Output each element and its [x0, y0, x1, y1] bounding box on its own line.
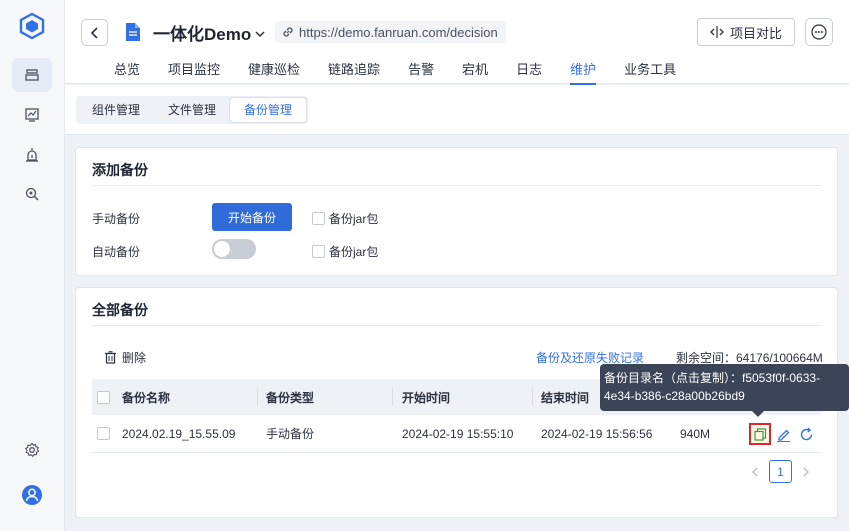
project-header: 一体化Demo https://demo.fanruan.com/decisio… — [65, 0, 849, 85]
tab-alerts[interactable]: 告警 — [408, 59, 434, 84]
select-all-checkbox[interactable] — [97, 390, 110, 404]
alarm-icon[interactable] — [12, 138, 52, 172]
subtab-file-management[interactable]: 文件管理 — [154, 98, 230, 122]
monitor-chart-icon[interactable] — [12, 98, 52, 132]
tab-health-inspection[interactable]: 健康巡检 — [248, 59, 300, 84]
delete-button[interactable]: 删除 — [104, 349, 146, 366]
tooltip-arrow — [752, 411, 764, 417]
tooltip-line-2: 4e34-b386-c28a00b26bd9 — [604, 389, 745, 403]
tab-logs[interactable]: 日志 — [516, 59, 542, 84]
add-backup-card: 添加备份 手动备份 开始备份 备份jar包 自动备份 备份jar包 — [75, 147, 838, 276]
backup-jar-option-manual: 备份jar包 — [312, 210, 378, 227]
project-url[interactable]: https://demo.fanruan.com/decision — [275, 21, 506, 43]
col-start-time: 开始时间 — [402, 390, 451, 405]
project-compare-button[interactable]: 项目对比 — [696, 18, 795, 46]
chevron-left-icon — [90, 26, 98, 39]
column-separator — [532, 388, 533, 406]
row-start-time: 2024-02-19 15:55:10 — [402, 426, 514, 441]
backup-jar-label-auto: 备份jar包 — [329, 245, 379, 259]
manual-backup-label: 手动备份 — [92, 212, 141, 226]
all-backups-title: 全部备份 — [92, 302, 148, 318]
more-dots-icon — [811, 24, 827, 40]
auto-backup-toggle[interactable] — [212, 239, 256, 259]
subtab-backup-management[interactable]: 备份管理 — [230, 98, 307, 122]
tooltip-line-1: 备份目录名（点击复制）：f5053f0f-0633- — [604, 371, 821, 385]
row-end-time: 2024-02-19 15:56:56 — [541, 426, 653, 441]
project-title: 一体化Demo — [153, 25, 252, 44]
more-button[interactable] — [805, 18, 833, 46]
user-avatar-icon[interactable] — [12, 478, 52, 512]
copy-icon[interactable] — [749, 423, 771, 445]
tab-project-monitor[interactable]: 项目监控 — [168, 59, 220, 84]
backup-jar-option-auto: 备份jar包 — [312, 243, 378, 260]
add-backup-title: 添加备份 — [92, 162, 148, 178]
tab-overview[interactable]: 总览 — [114, 59, 140, 84]
tab-maintenance[interactable]: 维护 — [570, 59, 597, 85]
row-backup-type: 手动备份 — [266, 427, 315, 441]
copy-tooltip: 备份目录名（点击复制）：f5053f0f-0633- 4e34-b386-c28… — [600, 364, 849, 411]
backup-jar-checkbox-manual[interactable] — [312, 212, 325, 225]
restore-icon[interactable] — [797, 425, 815, 443]
trash-icon — [105, 351, 116, 364]
next-page-icon[interactable] — [802, 467, 810, 477]
main-nav-tabs: 总览 项目监控 健康巡检 链路追踪 告警 宕机 日志 维护 业务工具 — [114, 59, 704, 85]
back-button[interactable] — [81, 19, 108, 46]
project-compare-label: 项目对比 — [729, 25, 782, 41]
subtab-segment: 组件管理 文件管理 备份管理 — [76, 96, 309, 124]
layers-icon[interactable] — [12, 58, 52, 92]
settings-gear-icon[interactable] — [12, 433, 52, 467]
tab-downtime[interactable]: 宕机 — [462, 59, 488, 84]
pagination: 1 — [751, 460, 810, 483]
row-size: 940M — [680, 426, 711, 441]
edit-icon[interactable] — [774, 425, 792, 443]
search-gear-icon[interactable] — [12, 177, 52, 211]
project-url-text: https://demo.fanruan.com/decision — [299, 24, 498, 40]
prev-page-icon[interactable] — [751, 467, 759, 477]
toggle-knob — [214, 241, 230, 257]
page-1-button[interactable]: 1 — [769, 460, 792, 483]
compare-icon — [710, 26, 724, 38]
row-checkbox[interactable] — [97, 427, 110, 440]
subtab-component-management[interactable]: 组件管理 — [78, 98, 154, 122]
divider — [92, 185, 821, 186]
left-rail — [0, 0, 65, 531]
link-icon — [283, 27, 293, 37]
table-row[interactable]: 2024.02.19_15.55.09 手动备份 2024-02-19 15:5… — [92, 415, 821, 453]
delete-label: 删除 — [122, 351, 147, 365]
column-separator — [392, 388, 393, 406]
row-backup-name: 2024.02.19_15.55.09 — [122, 426, 236, 441]
tab-trace[interactable]: 链路追踪 — [328, 59, 380, 84]
col-backup-type: 备份类型 — [266, 390, 315, 405]
auto-backup-label: 自动备份 — [92, 245, 141, 259]
divider — [92, 325, 821, 326]
tab-business-tools[interactable]: 业务工具 — [624, 59, 676, 84]
document-icon — [125, 22, 141, 45]
logo-cube-icon[interactable] — [18, 12, 46, 40]
col-end-time: 结束时间 — [541, 390, 590, 405]
start-backup-button[interactable]: 开始备份 — [212, 203, 292, 231]
backup-jar-checkbox-auto[interactable] — [312, 245, 325, 258]
col-backup-name: 备份名称 — [122, 390, 171, 405]
backup-jar-label-manual: 备份jar包 — [329, 212, 379, 226]
column-separator — [257, 388, 258, 406]
chevron-down-icon[interactable] — [255, 27, 265, 41]
maintenance-subbar: 组件管理 文件管理 备份管理 — [65, 85, 849, 135]
